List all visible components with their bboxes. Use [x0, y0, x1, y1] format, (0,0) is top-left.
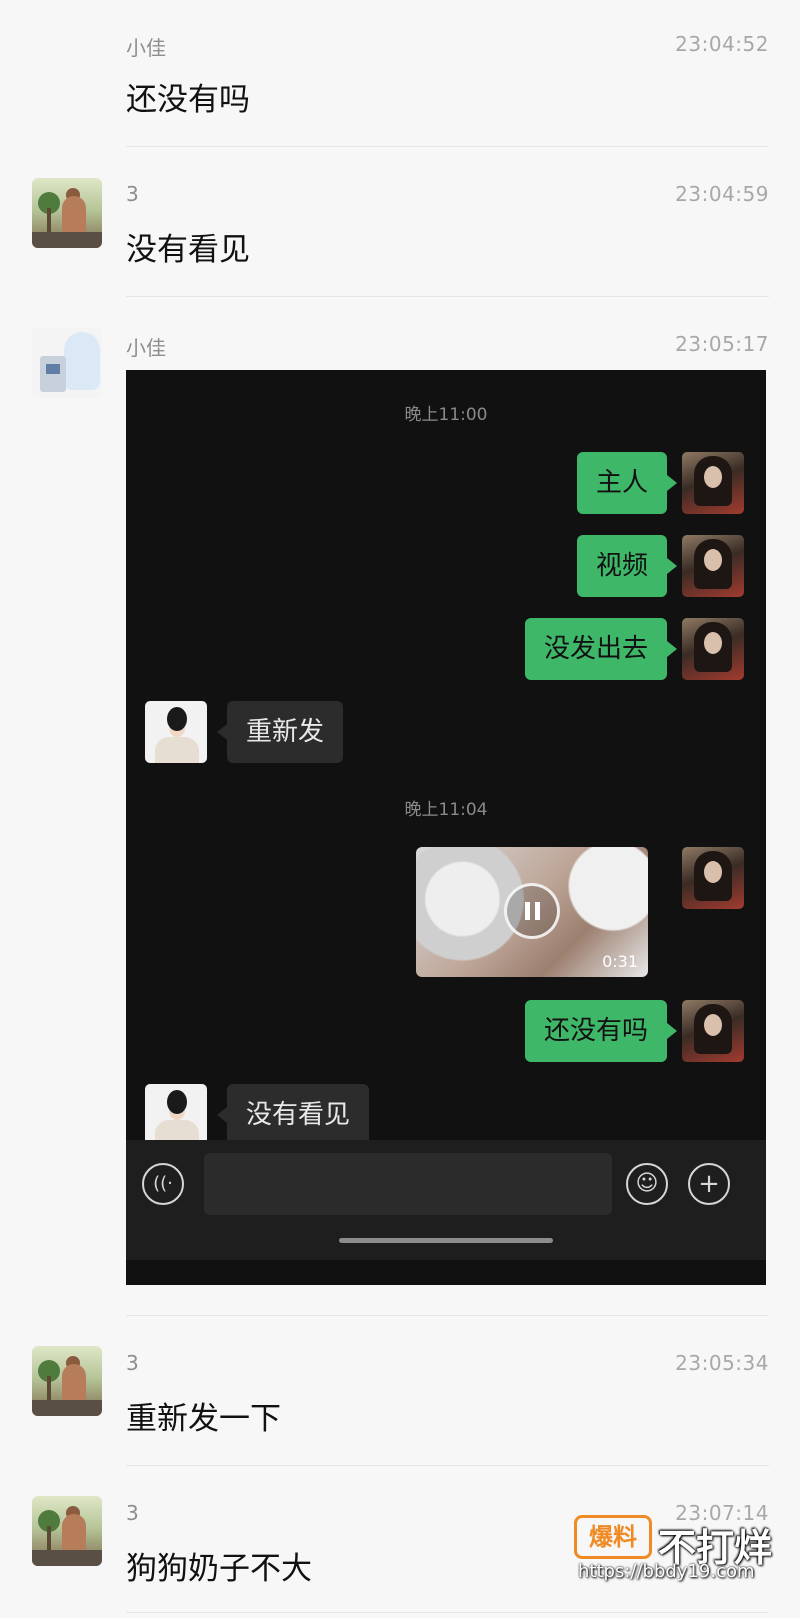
divider: [126, 1465, 769, 1466]
divider: [126, 1612, 769, 1613]
chat-input-bar: ((· ☺ +: [126, 1140, 766, 1260]
plus-icon: +: [688, 1163, 730, 1205]
avatar: [682, 1000, 744, 1062]
message-text: 还没有吗: [126, 82, 250, 118]
sender-name: 3: [126, 1501, 139, 1525]
sent-bubble: 还没有吗: [524, 1000, 678, 1062]
voice-icon: ((·: [142, 1163, 184, 1205]
avatar[interactable]: [32, 328, 102, 398]
message-time: 23:04:52: [675, 32, 769, 56]
avatar: [145, 701, 207, 763]
sender-name: 小佳: [126, 36, 166, 60]
avatar: [682, 847, 744, 909]
avatar[interactable]: [32, 178, 102, 248]
pause-icon: [504, 883, 560, 939]
message-time: 23:05:17: [675, 332, 769, 356]
avatar: [145, 1084, 207, 1146]
sent-bubble: 视频: [576, 535, 678, 597]
message-text: 没有看见: [126, 232, 250, 268]
emoji-icon: ☺: [626, 1163, 668, 1205]
divider: [126, 1315, 769, 1316]
divider: [126, 296, 769, 297]
avatar: [682, 535, 744, 597]
divider: [126, 146, 769, 147]
chat-timestamp: 晚上11:00: [404, 405, 488, 425]
avatar[interactable]: [32, 1496, 102, 1566]
video-duration: 0:31: [602, 952, 638, 971]
avatar: [682, 452, 744, 514]
watermark-url: https://bbdy19.com: [578, 1561, 755, 1582]
received-bubble: 重新发: [216, 701, 344, 763]
avatar: [682, 618, 744, 680]
chat-timestamp: 晚上11:04: [404, 800, 488, 820]
message-text: 狗狗奶子不大: [126, 1551, 312, 1587]
avatar[interactable]: [32, 1346, 102, 1416]
sender-name: 3: [126, 182, 139, 206]
message-text: 重新发一下: [126, 1401, 281, 1437]
sent-bubble: 没发出去: [524, 618, 678, 680]
sender-name: 3: [126, 1351, 139, 1375]
message-time: 23:05:34: [675, 1351, 769, 1375]
sender-name: 小佳: [126, 336, 166, 360]
received-bubble: 没有看见: [216, 1084, 370, 1146]
message-input: [204, 1153, 612, 1215]
watermark-logo: 爆料: [574, 1515, 652, 1559]
home-indicator: [339, 1238, 553, 1243]
message-time: 23:04:59: [675, 182, 769, 206]
watermark: 爆料 不打烊 https://bbdy19.com: [574, 1515, 794, 1583]
video-thumbnail: 0:31: [416, 847, 648, 977]
shared-screenshot-image[interactable]: 晚上11:00 主人 视频 没发出去 重新发 晚上11:04 0:31 还没有吗…: [126, 370, 766, 1285]
sent-bubble: 主人: [576, 452, 678, 514]
